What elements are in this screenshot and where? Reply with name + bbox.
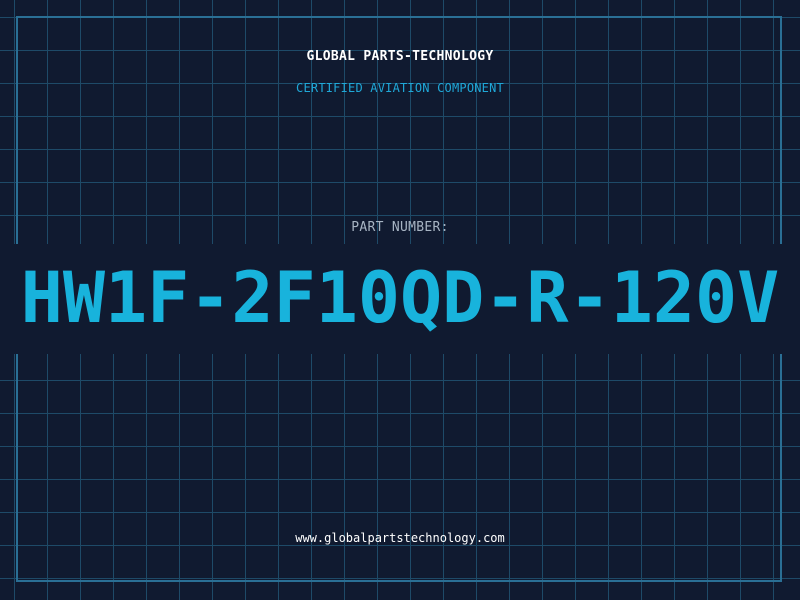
brand-tagline: CERTIFIED AVIATION COMPONENT <box>296 81 504 95</box>
website-url: www.globalpartstechnology.com <box>295 531 505 545</box>
part-number-label: PART NUMBER: <box>351 220 449 235</box>
brand-name: GLOBAL PARTS-TECHNOLOGY <box>306 49 494 64</box>
part-number-value: HW1F-2F10QD-R-120V <box>20 257 780 339</box>
